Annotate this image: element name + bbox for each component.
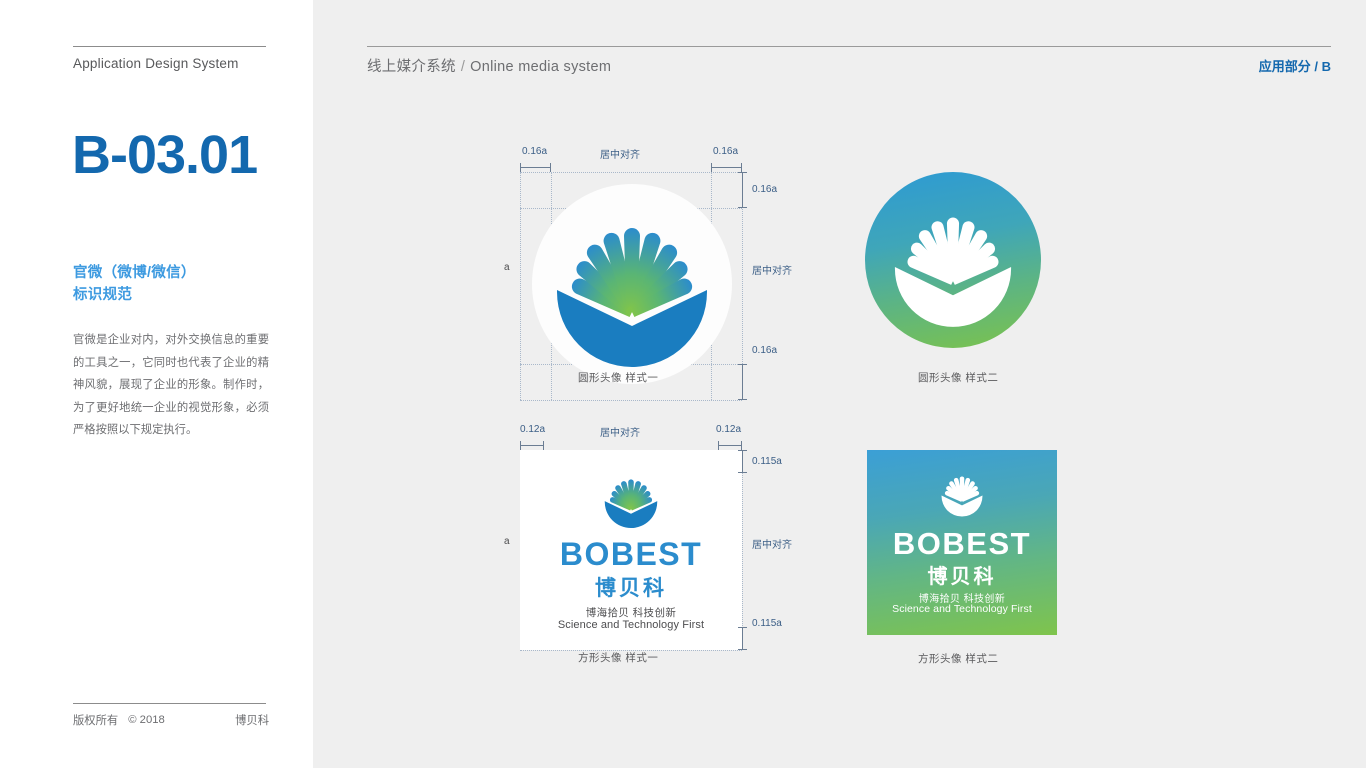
spec-label-pad-left: 0.16a [522, 146, 548, 157]
caption-square-style-2: 方形头像 样式二 [918, 653, 999, 665]
footer-copyright-label: 版权所有 [73, 715, 119, 727]
sidebar: Application Design System B-03.01 官微（微博/… [0, 0, 313, 768]
logo-tagline-en: Science and Technology First [557, 619, 705, 631]
main-content: 线上媒介系统 / Online media system 应用部分 / B 0.… [313, 0, 1366, 768]
spec-label-align-top: 居中对齐 [600, 150, 640, 161]
logo-mark-wrapper [867, 462, 1057, 524]
logo-wordmark-latin: BOBEST [892, 526, 1032, 561]
spec-label-pad-right: 0.16a [713, 146, 739, 157]
guide-line-horizontal [520, 172, 742, 173]
dimension-line-top [738, 450, 747, 473]
guide-line-horizontal [520, 400, 742, 401]
dimension-line-bottom [738, 364, 747, 400]
main-top-divider [367, 46, 1331, 47]
bobest-shell-logo-white-icon [941, 476, 983, 517]
page-code: B-03.01 [72, 125, 258, 185]
dimension-line-left [520, 441, 544, 450]
sidebar-footer: 版权所有 © 2018 博贝科 [73, 712, 269, 728]
circle-avatar-style-1-artwork [532, 184, 732, 384]
section-title-line-2: 标识规范 [73, 287, 133, 304]
guide-line-vertical [742, 450, 743, 650]
footer-copyright-year: © 2018 [128, 714, 165, 726]
sidebar-top-divider [73, 46, 266, 47]
square-avatar-style-2-artwork: BOBEST 博贝科 博海拾贝 科技创新 Science and Technol… [867, 450, 1057, 635]
logo-tagline-cn: 博海拾贝 科技创新 [585, 607, 677, 619]
spec-label-align-right: 居中对齐 [752, 266, 792, 277]
section-title-line-1: 官微（微博/微信） [73, 265, 196, 281]
page-root: Application Design System B-03.01 官微（微博/… [0, 0, 1366, 768]
bobest-shell-logo-icon [604, 479, 658, 529]
logo-wordmark-chinese: 博贝科 [595, 577, 667, 600]
footer-brand: 博贝科 [235, 715, 269, 727]
breadcrumb-separator: / [460, 59, 466, 75]
breadcrumb-cn: 线上媒介系统 [367, 59, 456, 75]
section-title: 官微（微博/微信） 标识规范 [73, 262, 196, 307]
spec-label-pad-top: 0.16a [752, 184, 778, 195]
spec-label-pad-bottom: 0.16a [752, 345, 778, 356]
spec-label-align-top: 居中对齐 [600, 428, 640, 439]
spec-label-pad-top: 0.115a [752, 456, 782, 467]
spec-label-size: a [504, 262, 510, 273]
bobest-shell-logo-white-icon [894, 217, 1012, 327]
square-avatar-style-1-artwork: BOBEST 博贝科 博海拾贝 科技创新 Science and Technol… [520, 450, 742, 650]
application-design-system-title: Application Design System [73, 56, 239, 71]
dimension-line-right [718, 441, 742, 450]
caption-square-style-1: 方形头像 样式一 [578, 652, 659, 664]
sidebar-bottom-divider [73, 703, 266, 704]
dimension-line-bottom [738, 627, 747, 650]
logo-mark-wrapper [520, 464, 742, 534]
circle-avatar-spec: 0.16a 0.16a 居中对齐 0.16a 0.16a 居中对齐 a 圆形头像… [504, 142, 820, 401]
dimension-line-left [520, 163, 551, 172]
section-body-text: 官微是企业对内，对外交换信息的重要的工具之一，它同时也代表了企业的精神风貌，展现… [73, 334, 269, 437]
section-indicator: 应用部分 / B [1258, 59, 1331, 74]
spec-label-pad-bottom: 0.115a [752, 618, 782, 629]
logo-wordmark-chinese: 博贝科 [927, 566, 997, 588]
spec-label-size: a [504, 536, 510, 547]
breadcrumb-en: Online media system [470, 59, 612, 75]
logo-tagline-en: Science and Technology First [892, 603, 1032, 615]
breadcrumb: 线上媒介系统 / Online media system [367, 55, 611, 76]
circle-avatar-style-2-artwork [865, 172, 1041, 348]
bobest-shell-logo-icon [557, 228, 707, 367]
spec-label-align-right: 居中对齐 [752, 540, 792, 551]
spec-label-pad-left: 0.12a [520, 424, 546, 435]
caption-circle-style-2: 圆形头像 样式二 [918, 372, 999, 384]
spec-label-pad-right: 0.12a [716, 424, 742, 435]
logo-wordmark-latin: BOBEST [559, 536, 703, 572]
guide-line-vertical [520, 172, 521, 400]
dimension-line-top [738, 172, 747, 208]
dimension-line-right [711, 163, 742, 172]
square-avatar-spec: BOBEST 博贝科 博海拾贝 科技创新 Science and Technol… [504, 420, 820, 675]
caption-circle-style-1: 圆形头像 样式一 [578, 372, 659, 384]
